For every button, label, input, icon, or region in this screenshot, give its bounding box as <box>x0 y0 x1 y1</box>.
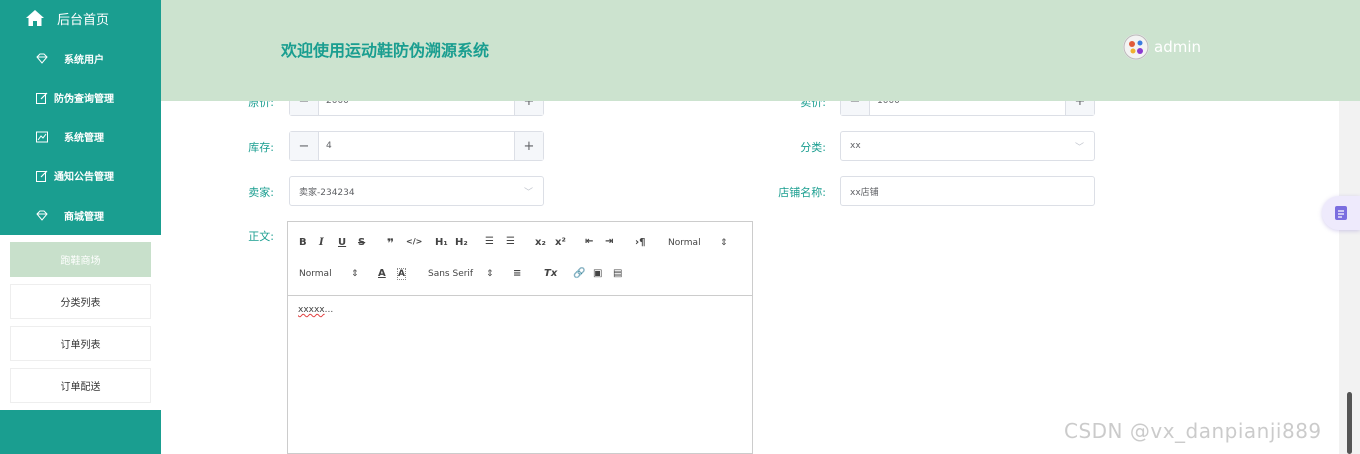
header2-button[interactable]: H₂ <box>455 237 468 248</box>
sidebar-home-label: 后台首页 <box>57 12 110 28</box>
body-label: 正文: <box>248 230 274 243</box>
sidebar-item-mall[interactable]: 商城管理 <box>0 196 161 235</box>
sidebar-item-label: 通知公告管理 <box>54 172 114 183</box>
direction-rtl-icon[interactable]: ›¶ <box>635 237 645 248</box>
submenu-item-order-list[interactable]: 订单列表 <box>10 326 151 361</box>
sidebar-item-label: 系统用户 <box>64 55 104 66</box>
bold-button[interactable]: B <box>299 237 307 248</box>
font-select[interactable]: Sans Serif <box>428 269 473 279</box>
header-select[interactable]: Normal <box>668 238 701 248</box>
home-icon <box>26 10 44 26</box>
rich-text-editor: B I U S ❞ </> H₁ H₂ ☰ ☰ x₂ x² ⇤ ⇥ ›¶ Nor… <box>287 221 753 454</box>
submenu-item-category-list[interactable]: 分类列表 <box>10 284 151 319</box>
stock-value: 4 <box>326 141 332 151</box>
edit-icon <box>35 169 49 183</box>
mall-submenu: 跑鞋商场 分类列表 订单列表 订单配送 <box>0 235 161 410</box>
background-color-icon[interactable]: A <box>397 268 406 280</box>
category-label: 分类: <box>800 141 826 154</box>
align-icon[interactable]: ≡ <box>513 268 521 279</box>
decrement-button[interactable]: − <box>290 132 319 160</box>
document-icon <box>1335 206 1347 220</box>
outdent-icon[interactable]: ⇤ <box>585 236 593 247</box>
diamond-icon <box>35 52 49 66</box>
sidebar-item-notice[interactable]: 通知公告管理 <box>0 156 161 195</box>
editor-content[interactable]: xxxxx... <box>288 296 752 324</box>
sidebar-home[interactable]: 后台首页 <box>0 0 161 36</box>
category-select[interactable]: xx ﹀ <box>840 131 1095 161</box>
blockquote-button[interactable]: ❞ <box>387 236 394 250</box>
clear-format-icon[interactable]: Tx <box>544 268 557 279</box>
font-color-icon[interactable]: A <box>378 268 386 279</box>
top-header: 欢迎使用运动鞋防伪溯源系统 admin <box>161 0 1360 101</box>
shop-name-value: xx店铺 <box>850 187 879 198</box>
editor-content-suffix: ... <box>324 305 334 315</box>
bullet-list-icon[interactable]: ☰ <box>506 236 515 247</box>
chart-icon <box>35 130 49 144</box>
superscript-button[interactable]: x² <box>555 237 566 248</box>
stock-stepper[interactable]: − 4 + <box>289 131 544 161</box>
code-block-button[interactable]: </> <box>406 237 422 246</box>
shop-name-input[interactable]: xx店铺 <box>840 176 1095 206</box>
scrollbar-thumb[interactable] <box>1347 392 1352 454</box>
sidebar-item-label: 防伪查询管理 <box>54 94 114 105</box>
seller-value: 卖家-234234 <box>299 187 355 198</box>
link-icon[interactable]: 🔗 <box>573 268 585 279</box>
underline-button[interactable]: U <box>338 237 346 248</box>
header-select-arrow-icon: ⇕ <box>720 238 728 248</box>
stock-label: 库存: <box>248 141 274 154</box>
watermark: CSDN @vx_danpianji889 <box>1064 419 1322 443</box>
indent-icon[interactable]: ⇥ <box>605 236 613 247</box>
category-value: xx <box>850 141 861 151</box>
italic-button[interactable]: I <box>319 237 324 248</box>
chevron-down-icon: ﹀ <box>1074 142 1084 153</box>
sidebar-item-label: 商城管理 <box>64 212 104 223</box>
sidebar-item-label: 系统管理 <box>64 133 104 144</box>
seller-label: 卖家: <box>248 186 274 199</box>
submenu-item-order-delivery[interactable]: 订单配送 <box>10 368 151 403</box>
editor-toolbar: B I U S ❞ </> H₁ H₂ ☰ ☰ x₂ x² ⇤ ⇥ ›¶ Nor… <box>288 222 752 296</box>
username[interactable]: admin <box>1154 38 1201 56</box>
sidebar: 后台首页 系统用户 防伪查询管理 系统管理 通知公告管理 商城管理 跑鞋商场 分… <box>0 0 161 454</box>
submenu-item-shoe-mall[interactable]: 跑鞋商场 <box>10 242 151 277</box>
diamond-icon <box>35 209 49 223</box>
header1-button[interactable]: H₁ <box>435 237 448 248</box>
shop-name-label: 店铺名称: <box>778 186 826 199</box>
floating-assistant-button[interactable] <box>1322 196 1360 230</box>
chevron-down-icon: ﹀ <box>523 187 533 198</box>
strike-button[interactable]: S <box>358 237 365 248</box>
sidebar-item-system-users[interactable]: 系统用户 <box>0 39 161 78</box>
page-title: 欢迎使用运动鞋防伪溯源系统 <box>281 41 490 60</box>
sidebar-item-anti-fake[interactable]: 防伪查询管理 <box>0 78 161 117</box>
avatar[interactable] <box>1123 34 1149 60</box>
edit-icon <box>35 91 49 105</box>
seller-select[interactable]: 卖家-234234 ﹀ <box>289 176 544 206</box>
video-icon[interactable]: ▤ <box>613 268 622 279</box>
sidebar-item-system[interactable]: 系统管理 <box>0 117 161 156</box>
size-select-arrow-icon: ⇕ <box>351 269 359 279</box>
size-select[interactable]: Normal <box>299 269 332 279</box>
image-icon[interactable]: ▣ <box>593 268 602 279</box>
subscript-button[interactable]: x₂ <box>535 237 546 248</box>
increment-button[interactable]: + <box>514 132 543 160</box>
ordered-list-icon[interactable]: ☰ <box>485 236 494 247</box>
font-select-arrow-icon: ⇕ <box>486 269 494 279</box>
editor-content-text: xxxxx <box>298 305 325 315</box>
